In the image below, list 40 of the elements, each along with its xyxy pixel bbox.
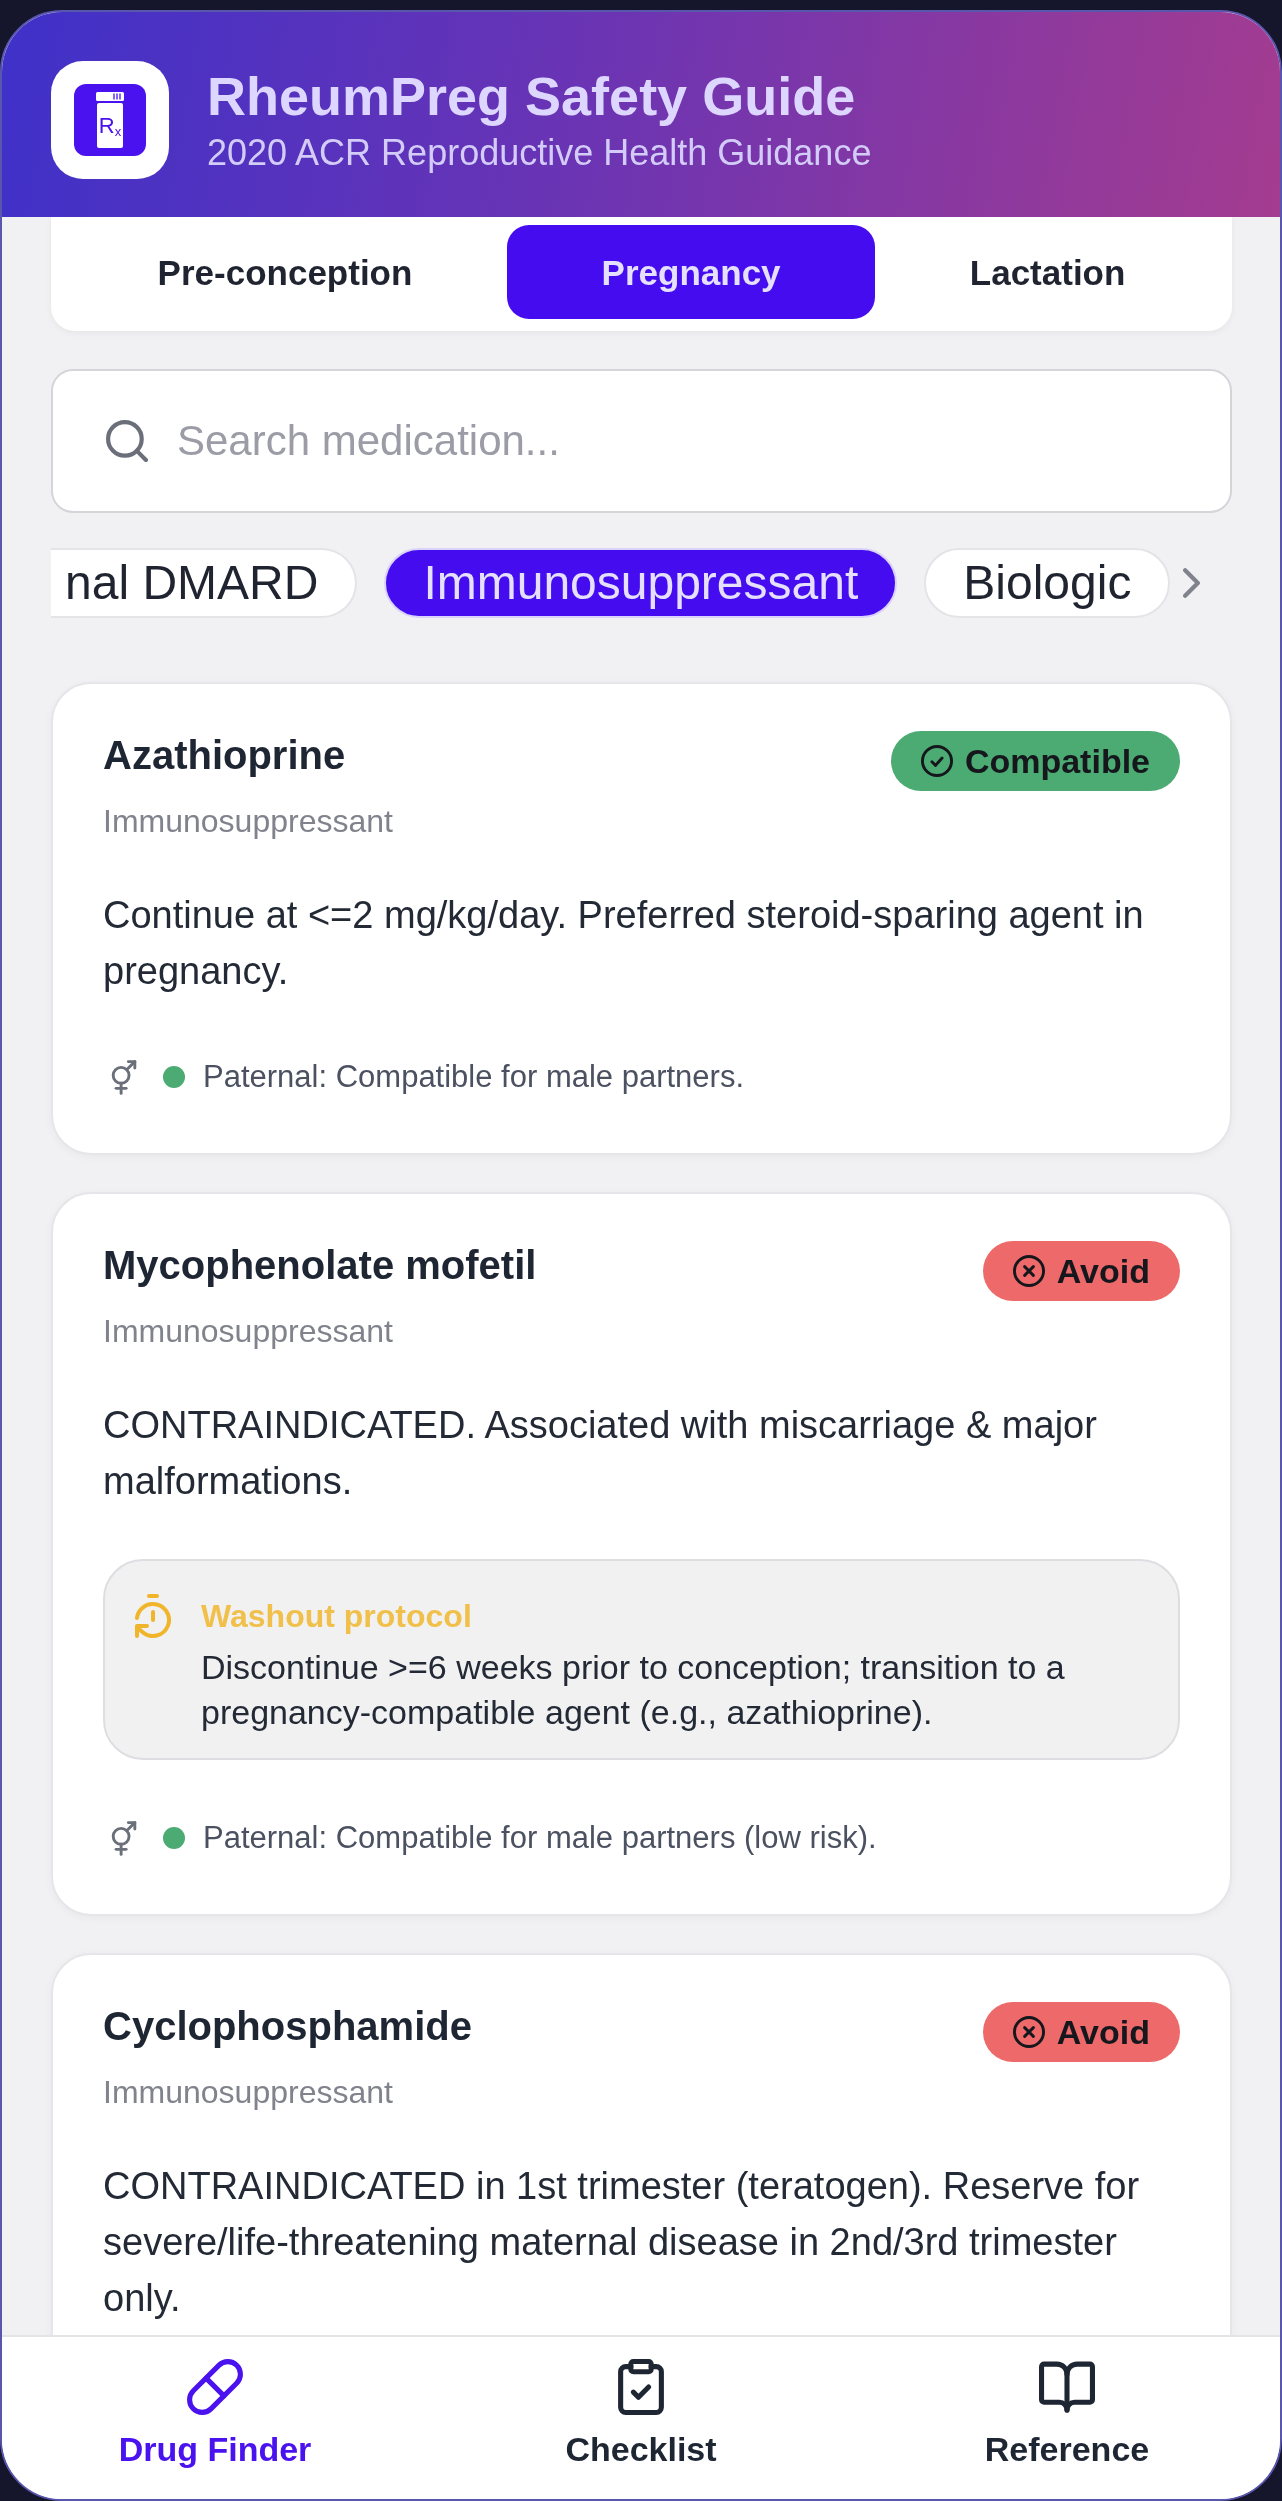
status-badge: Avoid (982, 2002, 1180, 2062)
drug-name: Mycophenolate mofetil (103, 1242, 537, 1289)
filter-chip[interactable]: Biologic (924, 548, 1171, 618)
drug-category: Immunosuppressant (103, 802, 394, 841)
paternal-note: Paternal: Compatible for male partners. (203, 1058, 745, 1096)
drug-category: Immunosuppressant (103, 2073, 394, 2112)
status-badge: Compatible (890, 731, 1180, 791)
guidance-text: Continue at <=2 mg/kg/day. Preferred steroid-sparing agent in pregnancy. (103, 893, 1145, 994)
gender-symbol-icon (111, 1820, 137, 1856)
filter-chip[interactable]: Immunosuppressant (384, 548, 898, 618)
status-badge: Avoid (982, 1241, 1180, 1301)
guidance-text: CONTRAINDICATED. Associated with miscarriage & major malformations. (103, 1403, 1098, 1504)
drug-name: Azathioprine (103, 732, 346, 779)
chevron-right-icon (1183, 568, 1201, 598)
filter-chip[interactable]: nal DMARD (51, 548, 358, 618)
timer-icon (135, 1594, 171, 1638)
gender-symbol-icon (111, 1059, 137, 1095)
washout-title: Washout protocol (201, 1597, 473, 1636)
nav-tab[interactable]: Reference (984, 2359, 1150, 2469)
open-book-icon[interactable] (1039, 2359, 1095, 2415)
app-subtitle: 2020 ACR Reproductive Health Guidance (207, 133, 872, 173)
tab[interactable]: Lactation (875, 225, 1220, 319)
nav-tab[interactable]: Checklist (565, 2359, 717, 2469)
search-field[interactable]: Search medication... (51, 369, 1232, 513)
guidance-text: CONTRAINDICATED in 1st trimester (teratogen). Reserve for severe/life-threatening maternal disease in 2nd/3rd trimester only. (103, 2164, 1141, 2321)
search-icon (106, 420, 148, 462)
logo-text: R$_{x}$ (98, 114, 122, 137)
nav-tab[interactable]: Drug Finder (118, 2359, 312, 2469)
tab[interactable]: Pre-conception (63, 225, 507, 319)
drug-category: Immunosuppressant (103, 1312, 394, 1351)
app-title: RheumPreg Safety Guide (207, 66, 857, 126)
drug-name: Cyclophosphamide (103, 2003, 472, 2050)
washout-text: Discontinue >=6 weeks prior to conception; transition to a pregnancy-compatible agent (e.g., azathioprine). (201, 1647, 1066, 1733)
x-circle-icon (1012, 1255, 1045, 1287)
paternal-note: Paternal: Compatible for male partners (low risk). (203, 1819, 877, 1857)
x-circle-icon (1012, 2016, 1045, 2048)
pill-bottle-icon (74, 84, 146, 156)
check-circle-icon (920, 745, 953, 777)
pill-icon[interactable] (187, 2359, 243, 2415)
tab[interactable]: Pregnancy (507, 225, 876, 319)
